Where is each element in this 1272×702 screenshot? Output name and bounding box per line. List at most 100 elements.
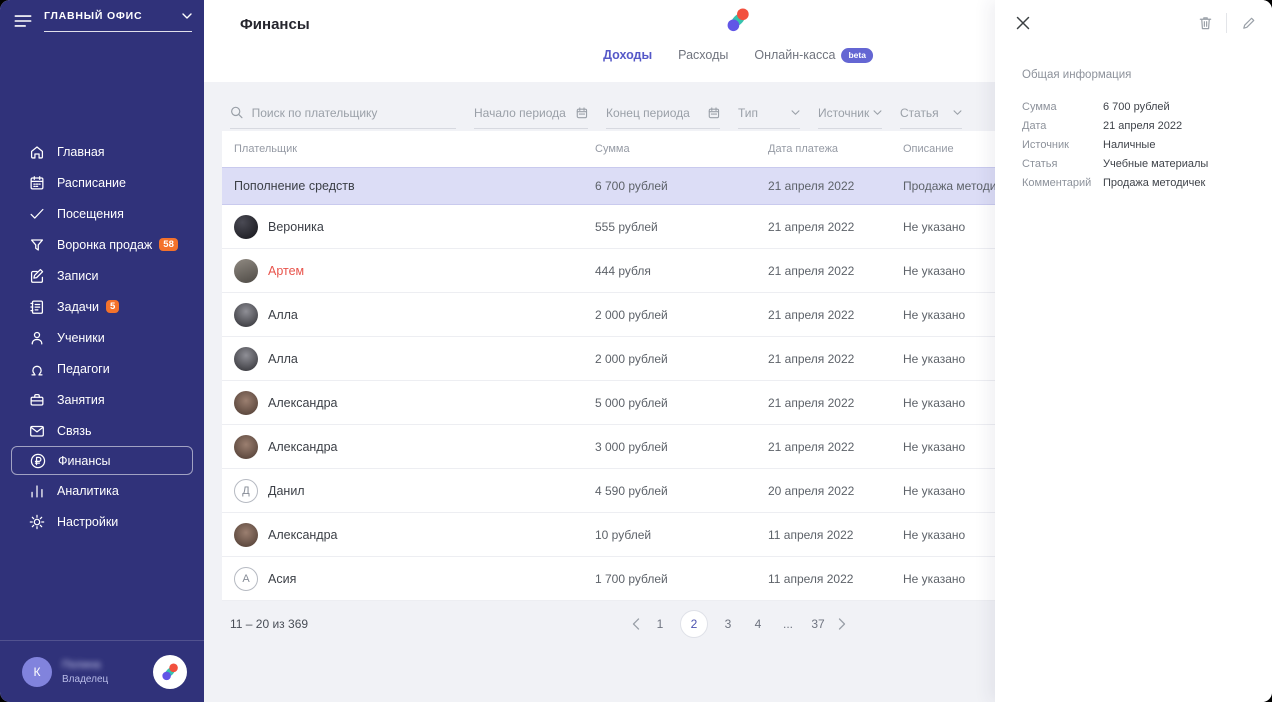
sidebar-item-finances[interactable]: Финансы (11, 446, 193, 475)
period-start-input[interactable] (474, 106, 570, 120)
payer-name: Александра (268, 528, 338, 542)
tab-label: Онлайн-касса (754, 48, 835, 62)
teacher-icon (28, 360, 46, 378)
tab-label: Доходы (603, 48, 652, 62)
app-logo (723, 5, 753, 40)
ruble-icon (29, 452, 47, 470)
sidebar-item-teachers[interactable]: Педагоги (0, 353, 204, 384)
chevron-down-icon (182, 13, 192, 20)
page-button-3[interactable]: 3 (718, 614, 738, 634)
delete-record-button[interactable] (1196, 14, 1214, 32)
type-filter-dropdown[interactable]: Тип (738, 106, 800, 129)
sidebar-item-settings[interactable]: Настройки (0, 506, 204, 537)
pencil-icon (1241, 16, 1256, 31)
detail-panel: Общая информация Сумма 6 700 рублей Дата… (995, 0, 1272, 702)
sidebar-item-label: Ученики (57, 331, 105, 345)
calendar-icon[interactable] (576, 106, 588, 120)
close-icon (1016, 16, 1030, 30)
sidebar-item-home[interactable]: Главная (0, 136, 204, 167)
home-icon (28, 143, 46, 161)
tab-expenses[interactable]: Расходы (678, 48, 728, 62)
payer-search-input[interactable] (252, 106, 456, 120)
field-value: Наличные (1103, 139, 1155, 151)
field-label: Статья (1022, 158, 1103, 170)
calendar-icon (28, 174, 46, 192)
page-button-2-current[interactable]: 2 (680, 610, 708, 638)
chevron-down-icon (873, 110, 882, 116)
sidebar-item-lessons[interactable]: Занятия (0, 384, 204, 415)
sidebar-item-records[interactable]: Записи (0, 260, 204, 291)
person-icon (28, 329, 46, 347)
chevron-down-icon (791, 110, 800, 116)
bar-chart-icon (28, 482, 46, 500)
payer-avatar-letter: А (234, 567, 258, 591)
source-filter-label: Источник (818, 106, 869, 120)
sidebar-item-communication[interactable]: Связь (0, 415, 204, 446)
amount-cell: 4 590 рублей (595, 484, 768, 498)
brand-logo (153, 655, 187, 689)
sidebar-item-sales-funnel[interactable]: Воронка продаж 58 (0, 229, 204, 260)
category-filter-label: Статья (900, 106, 939, 120)
sidebar-item-tasks[interactable]: Задачи 5 (0, 291, 204, 322)
payer-search-field[interactable] (230, 105, 456, 129)
payer-name: Пополнение средств (234, 179, 355, 193)
hamburger-menu-icon[interactable] (12, 10, 34, 32)
edit-record-button[interactable] (1239, 14, 1257, 32)
payer-avatar-letter: Д (234, 479, 258, 503)
sidebar-item-schedule[interactable]: Расписание (0, 167, 204, 198)
tab-online-cashier[interactable]: Онлайн-касса beta (754, 48, 873, 63)
field-value: 6 700 рублей (1103, 101, 1170, 113)
check-icon (28, 205, 46, 223)
tasks-icon (28, 298, 46, 316)
close-panel-button[interactable] (1014, 14, 1032, 32)
column-amount: Сумма (595, 143, 768, 155)
date-cell: 11 апреля 2022 (768, 528, 903, 542)
office-selector[interactable]: ГЛАВНЫЙ ОФИС (44, 10, 192, 32)
edit-note-icon (28, 267, 46, 285)
page-button-4[interactable]: 4 (748, 614, 768, 634)
sidebar-item-analytics[interactable]: Аналитика (0, 475, 204, 506)
page-button-37[interactable]: 37 (808, 614, 828, 634)
office-name: ГЛАВНЫЙ ОФИС (44, 10, 142, 22)
date-cell: 21 апреля 2022 (768, 352, 903, 366)
amount-cell: 555 рублей (595, 220, 768, 234)
brand-logo-icon (159, 661, 181, 683)
date-cell: 21 апреля 2022 (768, 440, 903, 454)
envelope-icon (28, 422, 46, 440)
calendar-icon[interactable] (708, 106, 720, 120)
amount-cell: 6 700 рублей (595, 179, 768, 193)
amount-cell: 444 рубля (595, 264, 768, 278)
payer-name: Александра (268, 396, 338, 410)
source-filter-dropdown[interactable]: Источник (818, 106, 882, 129)
sidebar-item-label: Воронка продаж (57, 238, 152, 252)
payer-name: Асия (268, 572, 296, 586)
briefcase-icon (28, 391, 46, 409)
sidebar-user-section[interactable]: К Полина Владелец (0, 640, 204, 702)
funnel-icon (28, 236, 46, 254)
sidebar-item-label: Занятия (57, 393, 105, 407)
sidebar-item-label: Посещения (57, 207, 124, 221)
tab-income[interactable]: Доходы (603, 48, 652, 62)
pager: 1 2 3 4 ... 37 (632, 610, 846, 638)
period-start-field[interactable] (474, 106, 588, 129)
prev-page-button[interactable] (632, 618, 640, 630)
amount-cell: 2 000 рублей (595, 352, 768, 366)
period-end-field[interactable] (606, 106, 720, 129)
sidebar-item-students[interactable]: Ученики (0, 322, 204, 353)
field-amount: Сумма 6 700 рублей (1022, 97, 1256, 116)
sidebar: ГЛАВНЫЙ ОФИС Главная Расписание Посещени… (0, 0, 204, 702)
chevron-down-icon (953, 110, 962, 116)
sidebar-nav: Главная Расписание Посещения Воронка про… (0, 136, 204, 537)
sidebar-item-attendance[interactable]: Посещения (0, 198, 204, 229)
next-page-button[interactable] (838, 618, 846, 630)
field-value: Продажа методичек (1103, 177, 1205, 189)
page-button-1[interactable]: 1 (650, 614, 670, 634)
payer-avatar (234, 523, 258, 547)
payer-avatar (234, 347, 258, 371)
amount-cell: 3 000 рублей (595, 440, 768, 454)
category-filter-dropdown[interactable]: Статья (900, 106, 962, 129)
payer-name: Алла (268, 352, 298, 366)
amount-cell: 2 000 рублей (595, 308, 768, 322)
period-end-input[interactable] (606, 106, 702, 120)
detail-panel-body: Общая информация Сумма 6 700 рублей Дата… (995, 69, 1272, 192)
